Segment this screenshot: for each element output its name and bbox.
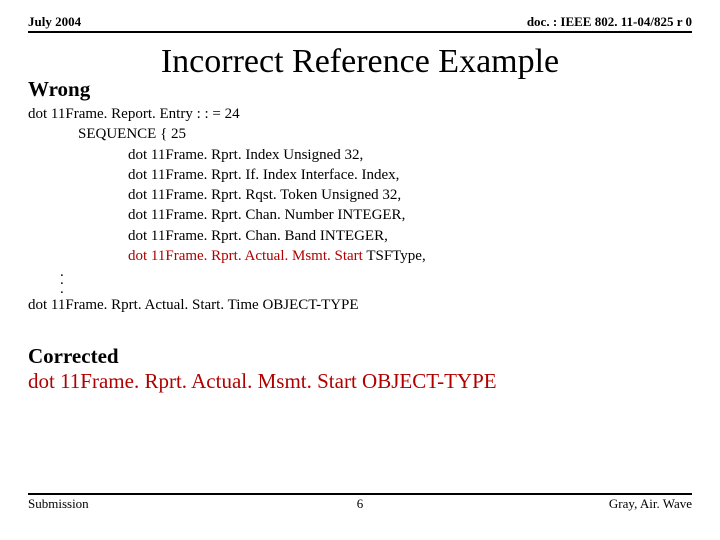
vertical-ellipsis: . . . <box>28 268 692 293</box>
asn-line: dot 11Frame. Rprt. Index Unsigned 32, <box>28 145 692 165</box>
asn-line: dot 11Frame. Rprt. Rqst. Token Unsigned … <box>28 185 692 205</box>
asn-line: SEQUENCE { 25 <box>28 124 692 144</box>
header-date: July 2004 <box>28 14 81 30</box>
asn-tail: TSFType, <box>363 248 426 264</box>
object-type-line: dot 11Frame. Rprt. Actual. Start. Time O… <box>28 297 692 314</box>
asn-line: dot 11Frame. Rprt. If. Index Interface. … <box>28 165 692 185</box>
slide-page: July 2004 doc. : IEEE 802. 11-04/825 r 0… <box>0 0 720 540</box>
ellipsis-dot: . <box>60 285 692 293</box>
footer-page: 6 <box>357 496 364 512</box>
asn-highlight: dot 11Frame. Rprt. Actual. Msmt. Start <box>128 248 363 264</box>
asn-block: dot 11Frame. Report. Entry : : = 24 SEQU… <box>28 104 692 266</box>
ellipsis-dot: . <box>60 276 692 284</box>
header-row: July 2004 doc. : IEEE 802. 11-04/825 r 0 <box>28 14 692 33</box>
slide-title: Incorrect Reference Example <box>28 43 692 81</box>
corrected-label: Corrected <box>28 344 692 369</box>
footer-left: Submission <box>28 496 89 512</box>
header-doc: doc. : IEEE 802. 11-04/825 r 0 <box>527 14 692 30</box>
corrected-line: dot 11Frame. Rprt. Actual. Msmt. Start O… <box>28 369 692 394</box>
footer-right: Gray, Air. Wave <box>609 496 692 512</box>
ellipsis-dot: . <box>60 268 692 276</box>
asn-line: dot 11Frame. Report. Entry : : = 24 <box>28 104 692 124</box>
asn-line: dot 11Frame. Rprt. Actual. Msmt. Start T… <box>28 246 692 266</box>
asn-line: dot 11Frame. Rprt. Chan. Band INTEGER, <box>28 226 692 246</box>
asn-line: dot 11Frame. Rprt. Chan. Number INTEGER, <box>28 205 692 225</box>
footer-row: Submission 6 Gray, Air. Wave <box>28 493 692 512</box>
